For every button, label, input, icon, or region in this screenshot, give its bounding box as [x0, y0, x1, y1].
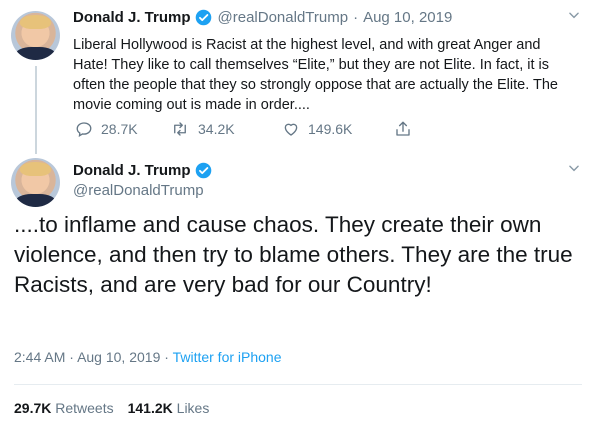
tweet-timestamp: 2:44 AM · Aug 10, 2019 · Twitter for iPh…	[14, 349, 282, 365]
chevron-down-icon[interactable]	[567, 8, 581, 25]
like-button[interactable]: 149.6K	[282, 120, 394, 138]
avatar[interactable]	[11, 158, 60, 207]
reply-icon	[76, 122, 92, 138]
share-button[interactable]	[394, 120, 420, 138]
tweet-date[interactable]: Aug 10, 2019	[77, 349, 160, 365]
retweets-label: Retweets	[55, 400, 114, 416]
share-icon	[396, 121, 410, 136]
likes-label: Likes	[176, 400, 210, 416]
verified-badge-icon	[195, 9, 212, 26]
retweets-count: 29.7K	[14, 400, 52, 416]
verified-badge-icon	[195, 162, 212, 179]
separator: ·	[164, 349, 169, 365]
divider	[14, 384, 582, 385]
tweet-text: Liberal Hollywood is Racist at the highe…	[73, 37, 558, 113]
like-count: 149.6K	[308, 121, 353, 137]
source-link[interactable]: Twitter for iPhone	[173, 349, 282, 365]
retweet-button[interactable]: 34.2K	[170, 120, 282, 138]
tweet-stats: 29.7K Retweets 141.2K Likes	[14, 400, 209, 416]
chevron-down-icon[interactable]	[567, 161, 581, 178]
heart-icon	[284, 123, 298, 136]
author-handle[interactable]: @realDonaldTrump	[218, 9, 349, 26]
separator: ·	[353, 9, 359, 26]
retweets-stat[interactable]: 29.7K Retweets	[14, 400, 114, 416]
tweet-actions: 28.7K 34.2K 149.6K	[75, 120, 420, 138]
retweet-icon	[174, 122, 186, 136]
reply-count: 28.7K	[101, 121, 138, 137]
tweet-time[interactable]: 2:44 AM	[14, 349, 65, 365]
author-handle[interactable]: @realDonaldTrump	[73, 182, 204, 199]
thread-line	[35, 66, 37, 154]
author-name[interactable]: Donald J. Trump	[73, 9, 191, 26]
separator: ·	[69, 349, 74, 365]
tweet1-header: Donald J. Trump @realDonaldTrump · Aug 1…	[73, 9, 452, 26]
tweet-text: ....to inflame and cause chaos. They cre…	[14, 212, 573, 297]
tweet2-name-row: Donald J. Trump	[73, 162, 212, 179]
avatar[interactable]	[11, 11, 60, 60]
tweet2-handle-row: @realDonaldTrump	[73, 182, 204, 199]
reply-button[interactable]: 28.7K	[75, 120, 170, 138]
tweet-date[interactable]: Aug 10, 2019	[363, 9, 452, 26]
author-name[interactable]: Donald J. Trump	[73, 162, 191, 179]
retweet-count: 34.2K	[198, 121, 235, 137]
likes-count: 141.2K	[127, 400, 173, 416]
likes-stat[interactable]: 141.2K Likes	[128, 400, 210, 416]
